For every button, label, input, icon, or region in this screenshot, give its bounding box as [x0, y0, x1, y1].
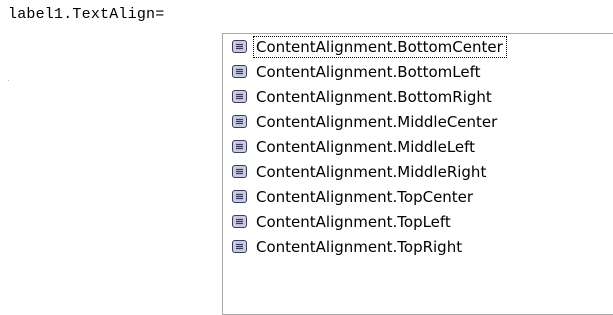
list-item[interactable]: ContentAlignment.MiddleLeft	[223, 134, 613, 159]
list-item-label: ContentAlignment.BottomCenter	[253, 35, 507, 58]
enum-member-icon	[232, 65, 247, 78]
list-item[interactable]: ContentAlignment.TopRight	[223, 234, 613, 259]
list-item[interactable]: ContentAlignment.MiddleCenter	[223, 109, 613, 134]
enum-member-icon	[232, 115, 247, 128]
list-item[interactable]: ContentAlignment.BottomRight	[223, 84, 613, 109]
list-item-label: ContentAlignment.TopCenter	[256, 187, 474, 206]
list-item-label: ContentAlignment.MiddleLeft	[256, 137, 476, 156]
enum-member-icon	[232, 165, 247, 178]
list-item[interactable]: ContentAlignment.BottomLeft	[223, 59, 613, 84]
intellisense-completion-list[interactable]: ContentAlignment.BottomCenter ContentAli…	[222, 33, 613, 315]
list-item[interactable]: ContentAlignment.BottomCenter	[223, 34, 613, 59]
list-item[interactable]: ContentAlignment.TopCenter	[223, 184, 613, 209]
list-item-label: ContentAlignment.TopRight	[256, 237, 463, 256]
list-item[interactable]: ContentAlignment.TopLeft	[223, 209, 613, 234]
code-editor-line[interactable]: label1.TextAlign=	[8, 5, 164, 25]
list-item-label: ContentAlignment.TopLeft	[256, 212, 451, 231]
enum-member-icon	[232, 90, 247, 103]
list-item[interactable]: ContentAlignment.MiddleRight	[223, 159, 613, 184]
enum-member-icon	[232, 240, 247, 253]
editor-margin-dot	[8, 80, 9, 81]
enum-member-icon	[232, 215, 247, 228]
list-item-label: ContentAlignment.MiddleRight	[256, 162, 487, 181]
enum-member-icon	[232, 190, 247, 203]
enum-member-icon	[232, 40, 247, 53]
list-item-label: ContentAlignment.MiddleCenter	[256, 112, 498, 131]
list-item-label: ContentAlignment.BottomLeft	[256, 62, 481, 81]
list-item-label: ContentAlignment.BottomRight	[256, 87, 492, 106]
enum-member-icon	[232, 140, 247, 153]
